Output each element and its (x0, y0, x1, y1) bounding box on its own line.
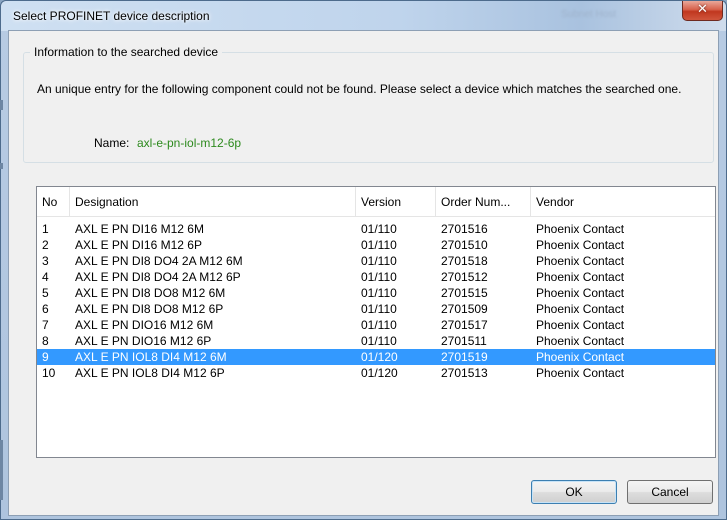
column-header-designation[interactable]: Designation (70, 187, 356, 217)
row-order-number: 2701510 (441, 238, 488, 252)
row-order-number: 2701511 (441, 334, 487, 348)
left-edge-artifact (0, 163, 3, 169)
row-vendor: Phoenix Contact (536, 270, 625, 284)
row-number: 10 (42, 366, 56, 380)
row-order-number: 2701513 (441, 366, 488, 380)
row-vendor: Phoenix Contact (536, 286, 625, 300)
row-order-number: 2701518 (441, 254, 488, 268)
column-header-order-number[interactable]: Order Num... (436, 187, 531, 217)
row-vendor: Phoenix Contact (536, 334, 625, 348)
row-designation: AXL E PN IOL8 DI4 M12 6P (75, 366, 225, 380)
table-row[interactable]: 10 AXL E PN IOL8 DI4 M12 6P 01/120 2701513 P… (37, 365, 715, 381)
row-designation: AXL E PN IOL8 DI4 M12 6M (75, 350, 227, 364)
table-row[interactable]: 6 AXL E PN DI8 DO8 M12 6P 01/110 2701509 Pho… (37, 301, 715, 317)
row-vendor: Phoenix Contact (536, 238, 625, 252)
row-designation: AXL E PN DI8 DO4 2A M12 6P (75, 270, 241, 284)
row-designation: AXL E PN DI16 M12 6P (75, 238, 202, 252)
row-number: 7 (42, 318, 49, 332)
row-number: 6 (42, 302, 49, 316)
table-row[interactable]: 3 AXL E PN DI8 DO4 2A M12 6M 01/110 2701518… (37, 253, 715, 269)
row-vendor: Phoenix Contact (536, 222, 625, 236)
row-version: 01/110 (361, 318, 397, 332)
row-designation: AXL E PN DI8 DO8 M12 6P (75, 302, 224, 316)
column-header-vendor[interactable]: Vendor (531, 187, 715, 217)
row-number: 3 (42, 254, 49, 268)
row-order-number: 2701509 (441, 302, 488, 316)
group-label: Information to the searched device (30, 45, 223, 59)
row-designation: AXL E PN DIO16 M12 6M (75, 318, 214, 332)
row-version: 01/110 (361, 254, 397, 268)
row-vendor: Phoenix Contact (536, 350, 625, 364)
table-row[interactable]: 2 AXL E PN DI16 M12 6P 01/110 2701510 Phoeni… (37, 237, 715, 253)
device-list[interactable]: No Designation Version Order Num... Vend… (36, 186, 716, 458)
column-header-version[interactable]: Version (356, 187, 436, 217)
left-edge-artifact (0, 100, 3, 110)
column-header-no[interactable]: No (37, 187, 70, 217)
table-row[interactable]: 5 AXL E PN DI8 DO8 M12 6M 01/110 2701515 Pho… (37, 285, 715, 301)
table-row[interactable]: 4 AXL E PN DI8 DO4 2A M12 6P 01/110 2701512… (37, 269, 715, 285)
table-row[interactable]: 8 AXL E PN DIO16 M12 6P 01/110 2701511 Phoen… (37, 333, 715, 349)
row-number: 2 (42, 238, 49, 252)
row-version: 01/120 (361, 350, 398, 364)
row-version: 01/120 (361, 366, 398, 380)
row-number: 1 (42, 222, 49, 236)
row-order-number: 2701516 (441, 222, 488, 236)
row-version: 01/110 (361, 334, 397, 348)
cancel-button[interactable]: Cancel (627, 480, 713, 504)
name-label: Name: (94, 136, 130, 150)
table-row[interactable]: 9 AXL E PN IOL8 DI4 M12 6M 01/120 2701519 Ph… (37, 349, 715, 365)
row-designation: AXL E PN DI8 DO4 2A M12 6M (75, 254, 243, 268)
row-number: 4 (42, 270, 49, 284)
row-version: 01/110 (361, 222, 397, 236)
row-order-number: 2701512 (441, 270, 488, 284)
close-icon: ✕ (697, 2, 708, 17)
ok-button[interactable]: OK (531, 480, 617, 504)
row-number: 9 (42, 350, 49, 364)
row-vendor: Phoenix Contact (536, 302, 625, 316)
table-row[interactable]: 7 AXL E PN DIO16 M12 6M 01/110 2701517 Phoen… (37, 317, 715, 333)
list-header: No Designation Version Order Num... Vend… (37, 187, 715, 217)
row-version: 01/110 (361, 302, 397, 316)
background-window-title: Subnet Host (561, 9, 617, 20)
title-bar[interactable]: Select PROFINET device description Subne… (1, 1, 726, 31)
row-vendor: Phoenix Contact (536, 254, 625, 268)
row-order-number: 2701515 (441, 286, 488, 300)
name-value: axl-e-pn-iol-m12-6p (137, 136, 242, 150)
row-number: 5 (42, 286, 49, 300)
row-order-number: 2701519 (441, 350, 488, 364)
row-version: 01/110 (361, 286, 397, 300)
row-order-number: 2701517 (441, 318, 488, 332)
row-designation: AXL E PN DIO16 M12 6P (75, 334, 212, 348)
row-designation: AXL E PN DI8 DO8 M12 6M (75, 286, 226, 300)
left-edge-artifact (0, 440, 3, 500)
row-version: 01/110 (361, 270, 397, 284)
row-number: 8 (42, 334, 49, 348)
info-message: An unique entry for the following compon… (37, 82, 682, 96)
row-vendor: Phoenix Contact (536, 366, 625, 380)
window-title: Select PROFINET device description (13, 9, 210, 23)
row-vendor: Phoenix Contact (536, 318, 625, 332)
close-button[interactable]: ✕ (682, 1, 723, 21)
table-row[interactable]: 1 AXL E PN DI16 M12 6M 01/110 2701516 Phoeni… (37, 221, 715, 237)
row-version: 01/110 (361, 238, 397, 252)
row-designation: AXL E PN DI16 M12 6M (75, 222, 204, 236)
